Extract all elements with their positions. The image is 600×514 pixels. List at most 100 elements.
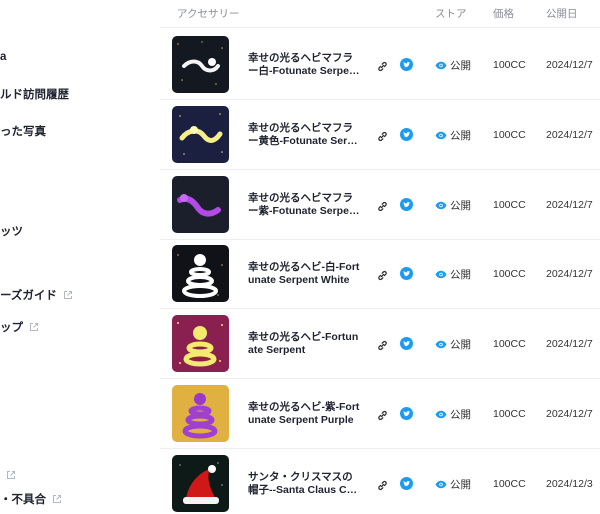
status-badge: 公開 xyxy=(435,337,471,352)
link-icon[interactable] xyxy=(377,59,388,72)
accessory-thumbnail[interactable] xyxy=(172,175,229,233)
accessory-title[interactable]: 幸せの光るヘビ-Fortun ate Serpent xyxy=(248,331,360,357)
status-label: 公開 xyxy=(450,339,471,352)
sidebar: a ルド訪問履歴 った写真 ッツ ーズガイド ップ ・不具合 xyxy=(0,0,160,514)
eye-icon xyxy=(435,410,447,419)
accessory-title-line: 幸せの光るヘビマフラ xyxy=(248,121,353,134)
sidebar-item-1[interactable]: a xyxy=(0,48,6,66)
status-badge: 公開 xyxy=(435,198,471,213)
published-date: 2024/12/3 xyxy=(546,477,593,490)
table-row[interactable]: 幸せの光るヘビマフラ ー紫-Fotunate Serpen... 公開 100CC 20… xyxy=(160,170,600,240)
table-row[interactable]: 幸せの光るヘビ-白-Fort unate Serpent White 公開 100CC… xyxy=(160,239,600,310)
column-header-accessory: アクセサリー xyxy=(177,8,240,20)
sidebar-item-label: ッツ xyxy=(0,226,23,238)
twitter-icon[interactable] xyxy=(400,197,413,211)
twitter-icon[interactable] xyxy=(400,337,413,351)
price-value: 100CC xyxy=(493,477,526,490)
sidebar-item-shop[interactable]: ップ xyxy=(0,318,39,336)
sidebar-item-photos[interactable]: った写真 xyxy=(0,122,46,140)
status-badge: 公開 xyxy=(435,267,471,282)
sidebar-item-world-visit-history[interactable]: ルド訪問履歴 xyxy=(0,85,69,103)
accessory-title[interactable]: サンタ・クリスマスの 帽子--Santa Claus Ca... xyxy=(248,471,360,497)
price-value: 100CC xyxy=(493,128,526,141)
accessory-title-line: サンタ・クリスマスの xyxy=(248,470,353,483)
sidebar-item-user-guide[interactable]: ーズガイド xyxy=(0,286,73,304)
twitter-icon[interactable] xyxy=(400,267,413,281)
link-icon[interactable] xyxy=(377,129,388,141)
price-value: 100CC xyxy=(493,268,526,281)
eye-icon xyxy=(435,480,447,489)
link-icon[interactable] xyxy=(377,478,388,490)
table-row[interactable]: 幸せの光るヘビ-Fortun ate Serpent 公開 100CC 2024/12/… xyxy=(160,309,600,380)
accessory-thumbnail[interactable] xyxy=(172,385,229,442)
sidebar-item-label: ップ xyxy=(0,322,23,334)
accessory-title-line: ate Serpent xyxy=(248,344,306,357)
sidebar-item-label: ーズガイド xyxy=(0,290,57,302)
link-icon[interactable] xyxy=(377,338,388,351)
accessory-title-line: 幸せの光るヘビ-Fortun xyxy=(248,331,359,344)
accessory-title[interactable]: 幸せの光るヘビ-紫-Fort unate Serpent Purple xyxy=(248,401,360,427)
accessory-title-line: ー紫-Fotunate Serpen... xyxy=(248,204,360,217)
accessory-thumbnail[interactable] xyxy=(172,245,229,303)
status-label: 公開 xyxy=(450,409,471,421)
status-label: 公開 xyxy=(450,60,471,72)
eye-icon xyxy=(435,201,447,210)
published-date: 2024/12/7 xyxy=(546,59,593,71)
status-badge: 公開 xyxy=(435,128,471,143)
accessory-thumbnail[interactable] xyxy=(172,36,229,93)
accessory-thumbnail[interactable] xyxy=(172,105,229,163)
accessory-title-line: 幸せの光るヘビマフラ xyxy=(248,191,353,204)
status-label: 公開 xyxy=(450,129,471,142)
accessory-title-line: unate Serpent White xyxy=(248,274,350,287)
twitter-icon[interactable] xyxy=(400,127,413,141)
eye-icon xyxy=(435,270,447,279)
accessory-title[interactable]: 幸せの光るヘビマフラ ー紫-Fotunate Serpen... xyxy=(248,192,360,218)
twitter-icon[interactable] xyxy=(400,58,413,71)
accessory-title-line: 幸せの光るヘビ-紫-Fort xyxy=(248,401,360,413)
published-date: 2024/12/7 xyxy=(546,408,593,420)
table-row[interactable]: サンタ・クリスマスの 帽子--Santa Claus Ca... 公開 100CC 20… xyxy=(160,449,600,514)
sidebar-item-label: った写真 xyxy=(0,126,46,138)
price-value: 100CC xyxy=(493,408,526,420)
sidebar-item-bug-report[interactable]: ・不具合 xyxy=(0,490,62,508)
accessory-title-line: 幸せの光るヘビマフラ xyxy=(248,52,353,64)
eye-icon xyxy=(435,61,447,70)
column-header-store: ストア xyxy=(435,8,467,20)
link-icon[interactable] xyxy=(377,268,388,281)
accessory-title-line: ー黄色-Fotunate Serp... xyxy=(248,134,360,147)
sidebar-item-label: ・不具合 xyxy=(0,494,46,506)
accessory-title-line: 帽子--Santa Claus Ca... xyxy=(248,483,360,496)
external-link-icon xyxy=(52,494,62,504)
status-badge: 公開 xyxy=(435,407,471,422)
accessory-title[interactable]: 幸せの光るヘビマフラ ー黄色-Fotunate Serp... xyxy=(248,122,360,148)
table-row[interactable]: 幸せの光るヘビマフラ ー白-Fotunate Serpen... 公開 100CC 20… xyxy=(160,30,600,100)
sidebar-item-assets[interactable]: ッツ xyxy=(0,222,23,240)
sidebar-item-label: a xyxy=(0,51,7,63)
link-icon[interactable] xyxy=(377,408,388,421)
eye-icon xyxy=(435,340,447,349)
published-date: 2024/12/7 xyxy=(546,268,593,281)
column-header-published: 公開日 xyxy=(546,8,578,20)
accessory-title[interactable]: 幸せの光るヘビ-白-Fort unate Serpent White xyxy=(248,261,360,287)
sidebar-item-label: ルド訪問履歴 xyxy=(0,89,69,101)
table-row[interactable]: 幸せの光るヘビマフラ ー黄色-Fotunate Serp... 公開 100CC 202… xyxy=(160,100,600,170)
twitter-icon[interactable] xyxy=(400,476,413,490)
column-header-price: 価格 xyxy=(493,8,514,20)
external-link-icon xyxy=(63,290,73,300)
status-label: 公開 xyxy=(450,199,471,212)
published-date: 2024/12/7 xyxy=(546,198,593,211)
external-link-icon xyxy=(6,470,16,480)
status-label: 公開 xyxy=(450,269,471,282)
twitter-icon[interactable] xyxy=(400,407,413,420)
sidebar-item-external[interactable] xyxy=(0,466,16,484)
accessory-thumbnail[interactable] xyxy=(172,315,229,373)
accessory-title[interactable]: 幸せの光るヘビマフラ ー白-Fotunate Serpen... xyxy=(248,52,360,78)
link-icon[interactable] xyxy=(377,199,388,211)
published-date: 2024/12/7 xyxy=(546,128,593,141)
status-badge: 公開 xyxy=(435,58,471,73)
table-row[interactable]: 幸せの光るヘビ-紫-Fort unate Serpent Purple 公開 100C… xyxy=(160,379,600,449)
external-link-icon xyxy=(29,322,39,332)
status-label: 公開 xyxy=(450,478,471,491)
accessory-title-line: ー白-Fotunate Serpen... xyxy=(248,65,360,77)
accessory-thumbnail[interactable] xyxy=(172,454,229,512)
